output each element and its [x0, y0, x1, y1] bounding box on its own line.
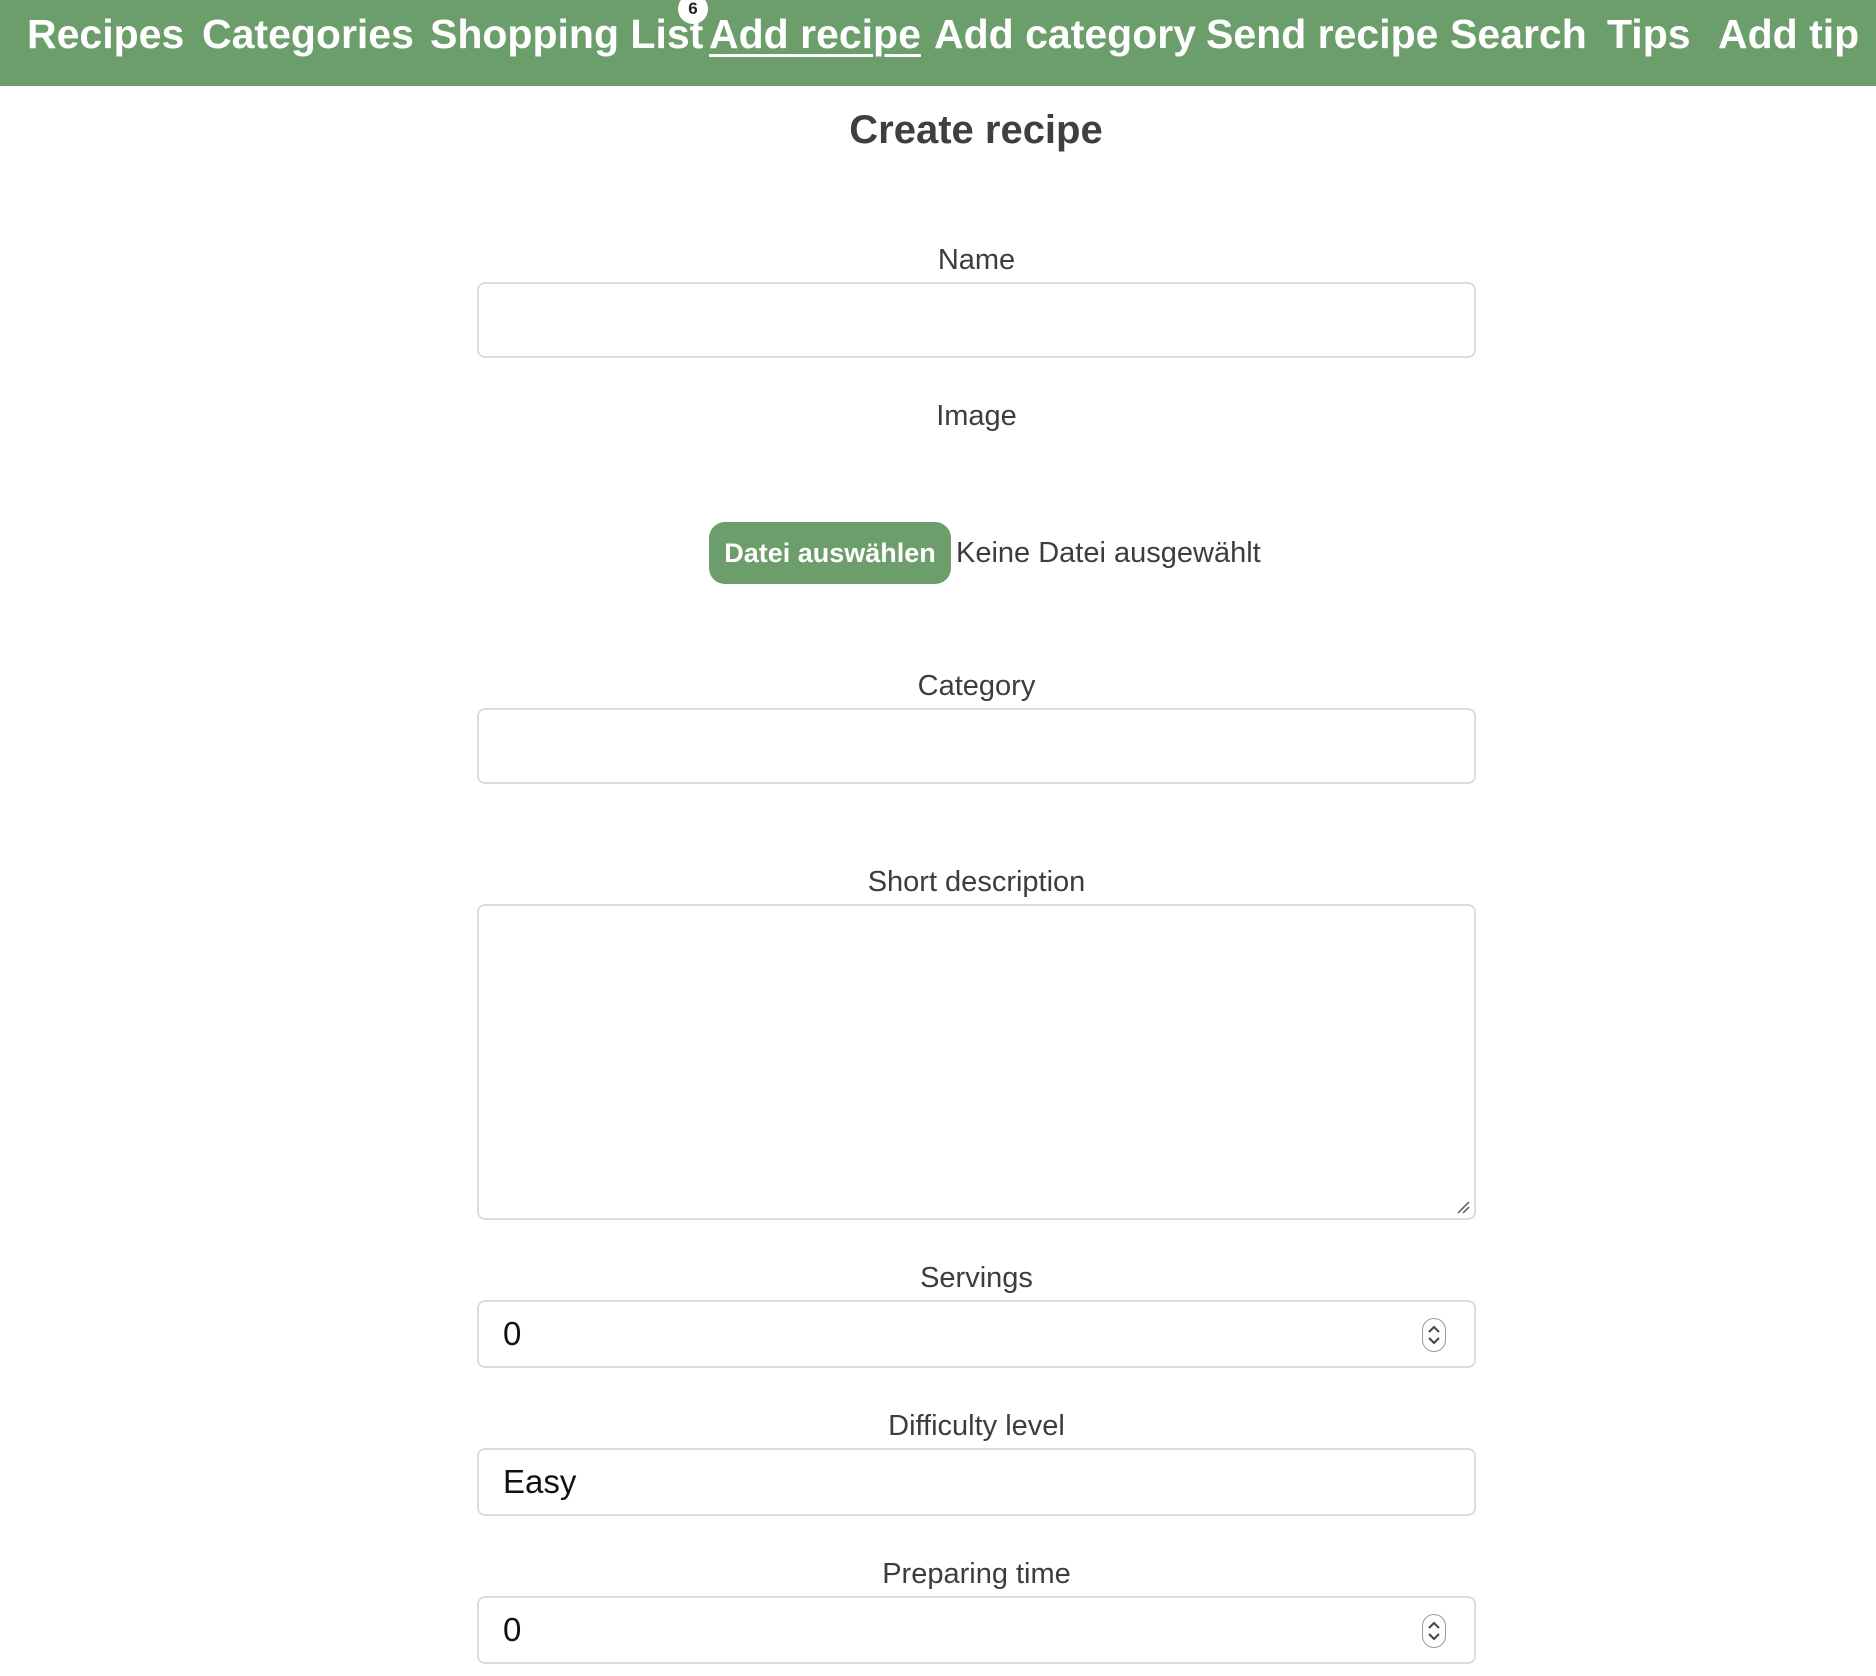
nav-item-send-recipe[interactable]: Send recipe [1206, 0, 1438, 68]
shopping-list-count-badge: 6 [678, 0, 708, 24]
category-label: Category [917, 670, 1036, 702]
servings-stepper[interactable] [1422, 1318, 1446, 1352]
nav-item-tips[interactable]: Tips [1607, 0, 1691, 68]
up-down-arrows-icon [1428, 1621, 1440, 1641]
file-status-text: Keine Datei ausgewählt [956, 537, 1261, 569]
up-down-arrows-icon [1428, 1325, 1440, 1345]
nav-item-add-tip[interactable]: Add tip [1718, 0, 1859, 68]
top-navigation-bar: Recipes Categories Shopping List 6 Add r… [0, 0, 1876, 86]
servings-label: Servings [920, 1262, 1033, 1294]
nav-item-add-category[interactable]: Add category [934, 0, 1196, 68]
short-description-textarea[interactable] [477, 904, 1476, 1220]
difficulty-select[interactable]: Easy [477, 1448, 1476, 1516]
image-label: Image [936, 400, 1017, 432]
preparing-time-label: Preparing time [882, 1558, 1071, 1590]
choose-file-button[interactable]: Datei auswählen [709, 522, 951, 584]
servings-value: 0 [503, 1315, 522, 1352]
difficulty-value: Easy [503, 1463, 577, 1500]
short-description-label: Short description [867, 866, 1086, 898]
resize-grip-icon[interactable] [1456, 1200, 1470, 1214]
nav-item-search[interactable]: Search [1450, 0, 1587, 68]
nav-item-shopping-list[interactable]: Shopping List [430, 0, 703, 68]
difficulty-label: Difficulty level [888, 1410, 1065, 1442]
category-input[interactable] [477, 708, 1476, 784]
nav-item-add-recipe[interactable]: Add recipe [709, 0, 921, 68]
name-input[interactable] [477, 282, 1476, 358]
page-title: Create recipe [849, 108, 1103, 152]
preparing-time-stepper[interactable] [1422, 1614, 1446, 1648]
nav-item-recipes[interactable]: Recipes [27, 0, 184, 68]
servings-input[interactable]: 0 [477, 1300, 1476, 1368]
name-label: Name [937, 244, 1016, 276]
preparing-time-value: 0 [503, 1611, 522, 1648]
preparing-time-input[interactable]: 0 [477, 1596, 1476, 1664]
nav-item-categories[interactable]: Categories [202, 0, 414, 68]
